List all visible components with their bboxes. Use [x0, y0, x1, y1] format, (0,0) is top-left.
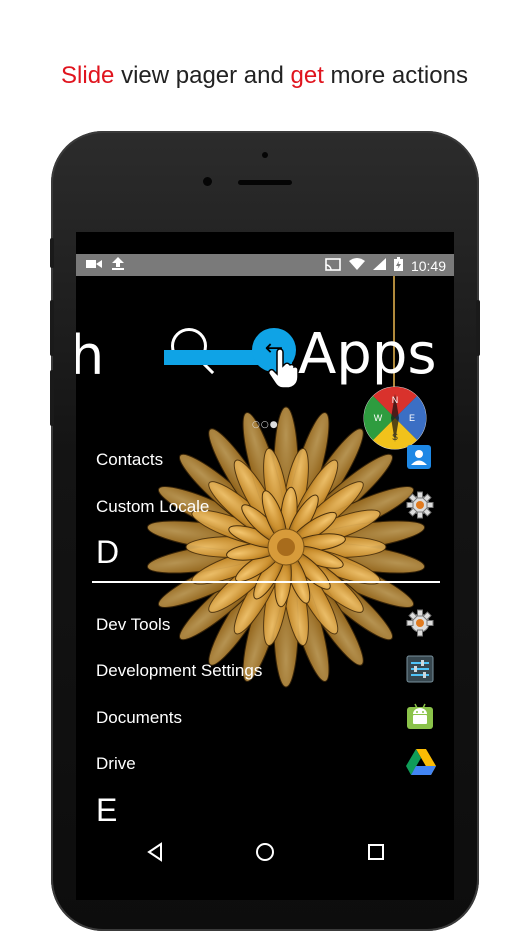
proximity-sensor	[262, 152, 268, 158]
compass-n-label: N	[392, 395, 399, 405]
app-item-drive[interactable]: Drive	[76, 746, 454, 786]
app-item-development-settings[interactable]: Development Settings	[76, 653, 454, 693]
app-label: Contacts	[96, 450, 164, 469]
status-time: 10:49	[410, 258, 446, 274]
app-label: Dev Tools	[96, 615, 171, 634]
google-drive-icon	[406, 748, 436, 775]
section-header-e: E	[96, 792, 118, 828]
cast-icon	[325, 257, 341, 275]
power-button	[476, 300, 480, 356]
back-icon[interactable]	[144, 840, 168, 864]
app-item-dev-tools[interactable]: Dev Tools	[76, 607, 454, 647]
previous-page-letter: h	[76, 324, 105, 387]
app-item-custom-locale[interactable]: Custom Locale	[76, 489, 454, 529]
app-label: Development Settings	[96, 661, 263, 680]
video-camera-icon	[86, 258, 102, 274]
app-label: Documents	[96, 708, 182, 727]
compass-w-label: W	[374, 413, 383, 423]
front-camera	[203, 177, 212, 186]
wifi-icon	[348, 258, 365, 274]
pointing-hand-icon	[268, 348, 299, 388]
status-bar: 10:49	[76, 254, 454, 276]
dev-tools-gear-icon	[406, 609, 434, 637]
phone-screen: 10:49 h ← Apps N E S W ○○● Contacts Cust…	[76, 232, 454, 900]
home-icon[interactable]	[253, 840, 277, 864]
caption-highlight-slide: Slide	[61, 62, 115, 89]
compass-e-label: E	[409, 413, 415, 423]
recents-icon[interactable]	[364, 840, 388, 864]
app-item-documents[interactable]: Documents	[76, 700, 454, 740]
volume-down-button	[50, 370, 54, 426]
navigation-bar	[76, 832, 454, 872]
upload-icon	[112, 257, 124, 274]
page-title: Apps	[298, 322, 437, 387]
app-item-contacts[interactable]: Contacts	[76, 442, 454, 482]
caption-text-2: more actions	[323, 62, 468, 89]
volume-silent-switch	[50, 238, 54, 268]
promo-caption: Slide view pager and get more actions	[0, 62, 529, 90]
signal-icon	[372, 258, 386, 274]
app-label: Custom Locale	[96, 497, 210, 516]
custom-locale-gear-icon	[406, 491, 434, 519]
volume-up-button	[50, 300, 54, 356]
earpiece-speaker	[238, 180, 292, 185]
section-header-d: D	[96, 534, 120, 570]
app-label: Drive	[96, 754, 136, 773]
caption-highlight-get: get	[290, 62, 324, 89]
contacts-icon	[406, 444, 432, 470]
development-settings-icon	[406, 655, 434, 683]
caption-text-1: view pager and	[114, 62, 291, 89]
android-icon	[406, 702, 433, 729]
compass-widget[interactable]: N E S W	[363, 386, 427, 450]
compass-s-label: S	[392, 432, 398, 442]
section-divider	[92, 581, 440, 583]
battery-icon	[393, 257, 403, 275]
pager-dots: ○○●	[252, 420, 279, 430]
